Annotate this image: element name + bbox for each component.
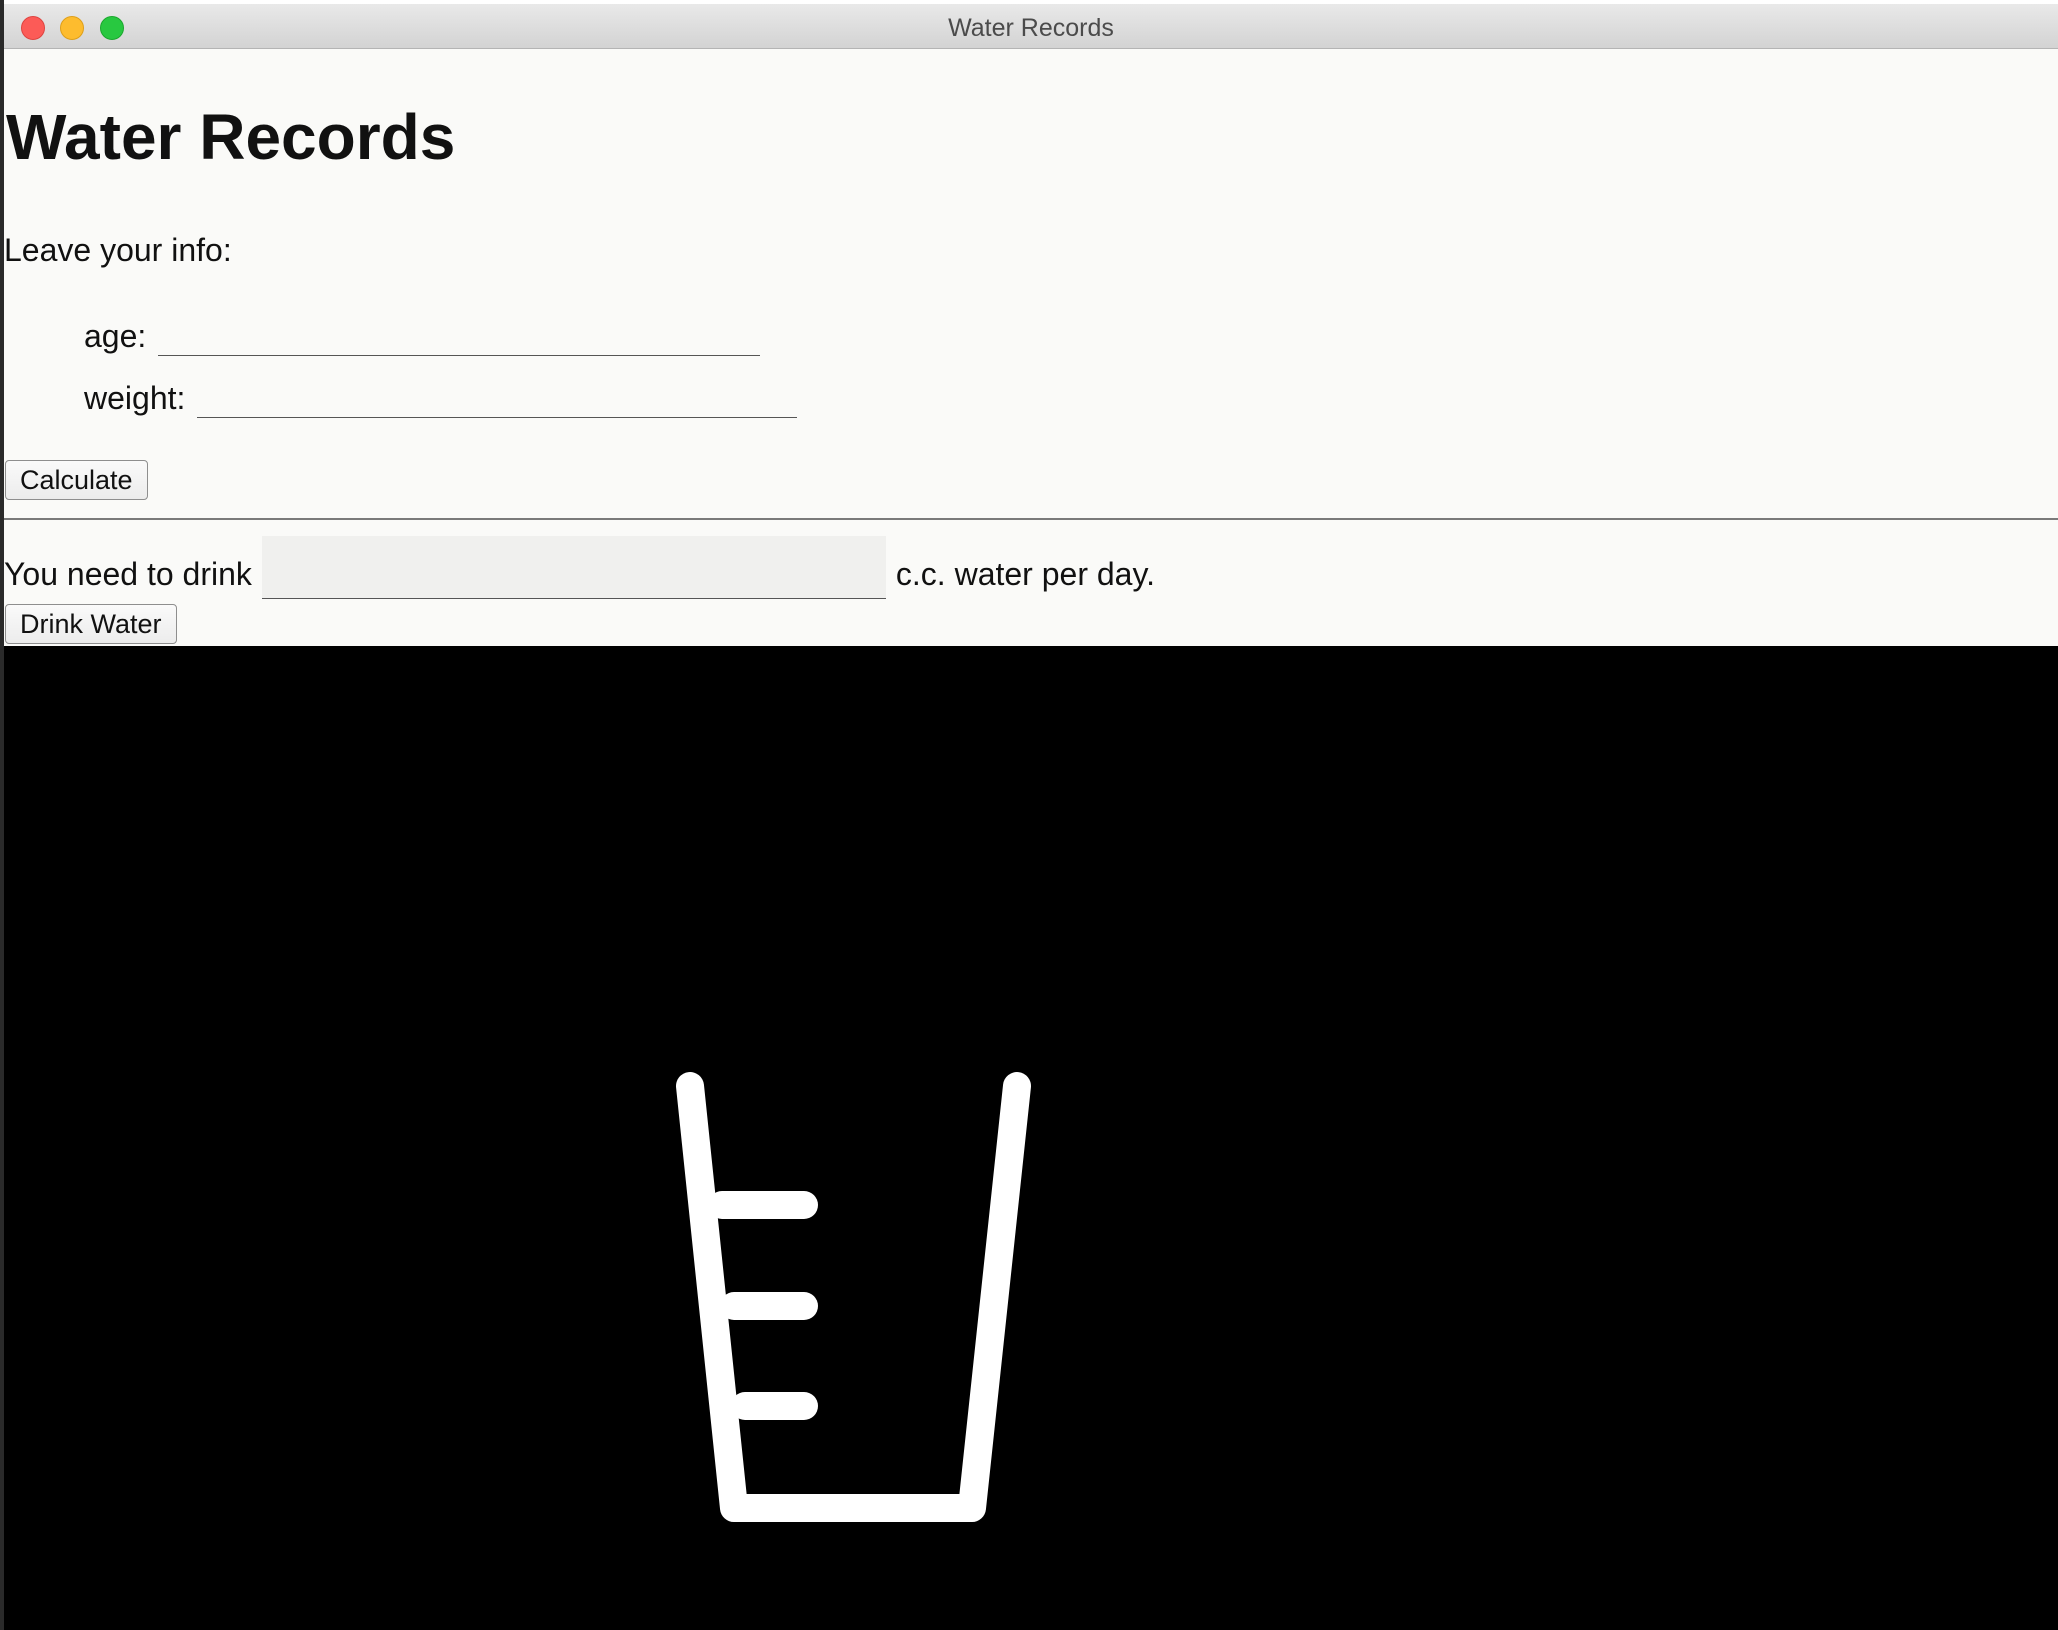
- water-amount-field[interactable]: [261, 536, 886, 599]
- weight-label: weight:: [84, 380, 186, 416]
- age-input[interactable]: [158, 317, 761, 356]
- title-bar: Water Records: [4, 4, 2058, 49]
- page-title: Water Records: [6, 101, 456, 173]
- calculate-button[interactable]: Calculate: [5, 460, 148, 500]
- info-prompt: Leave your info:: [4, 232, 232, 268]
- window-title: Water Records: [948, 14, 1114, 42]
- result-suffix: c.c. water per day.: [895, 556, 1155, 592]
- weight-input[interactable]: [197, 379, 798, 418]
- app-window: Water Records Water Records Leave your i…: [4, 4, 2058, 1630]
- drawing-canvas[interactable]: [4, 646, 2058, 1630]
- drink-water-button[interactable]: Drink Water: [5, 604, 177, 644]
- result-row: You need to drink c.c. water per day.: [4, 536, 1155, 599]
- age-row: age:: [84, 316, 761, 356]
- weight-row: weight:: [84, 378, 798, 418]
- measuring-cup-icon: [676, 1072, 1031, 1522]
- age-label: age:: [84, 318, 147, 354]
- section-divider: [4, 518, 2058, 520]
- result-prefix: You need to drink: [4, 556, 252, 592]
